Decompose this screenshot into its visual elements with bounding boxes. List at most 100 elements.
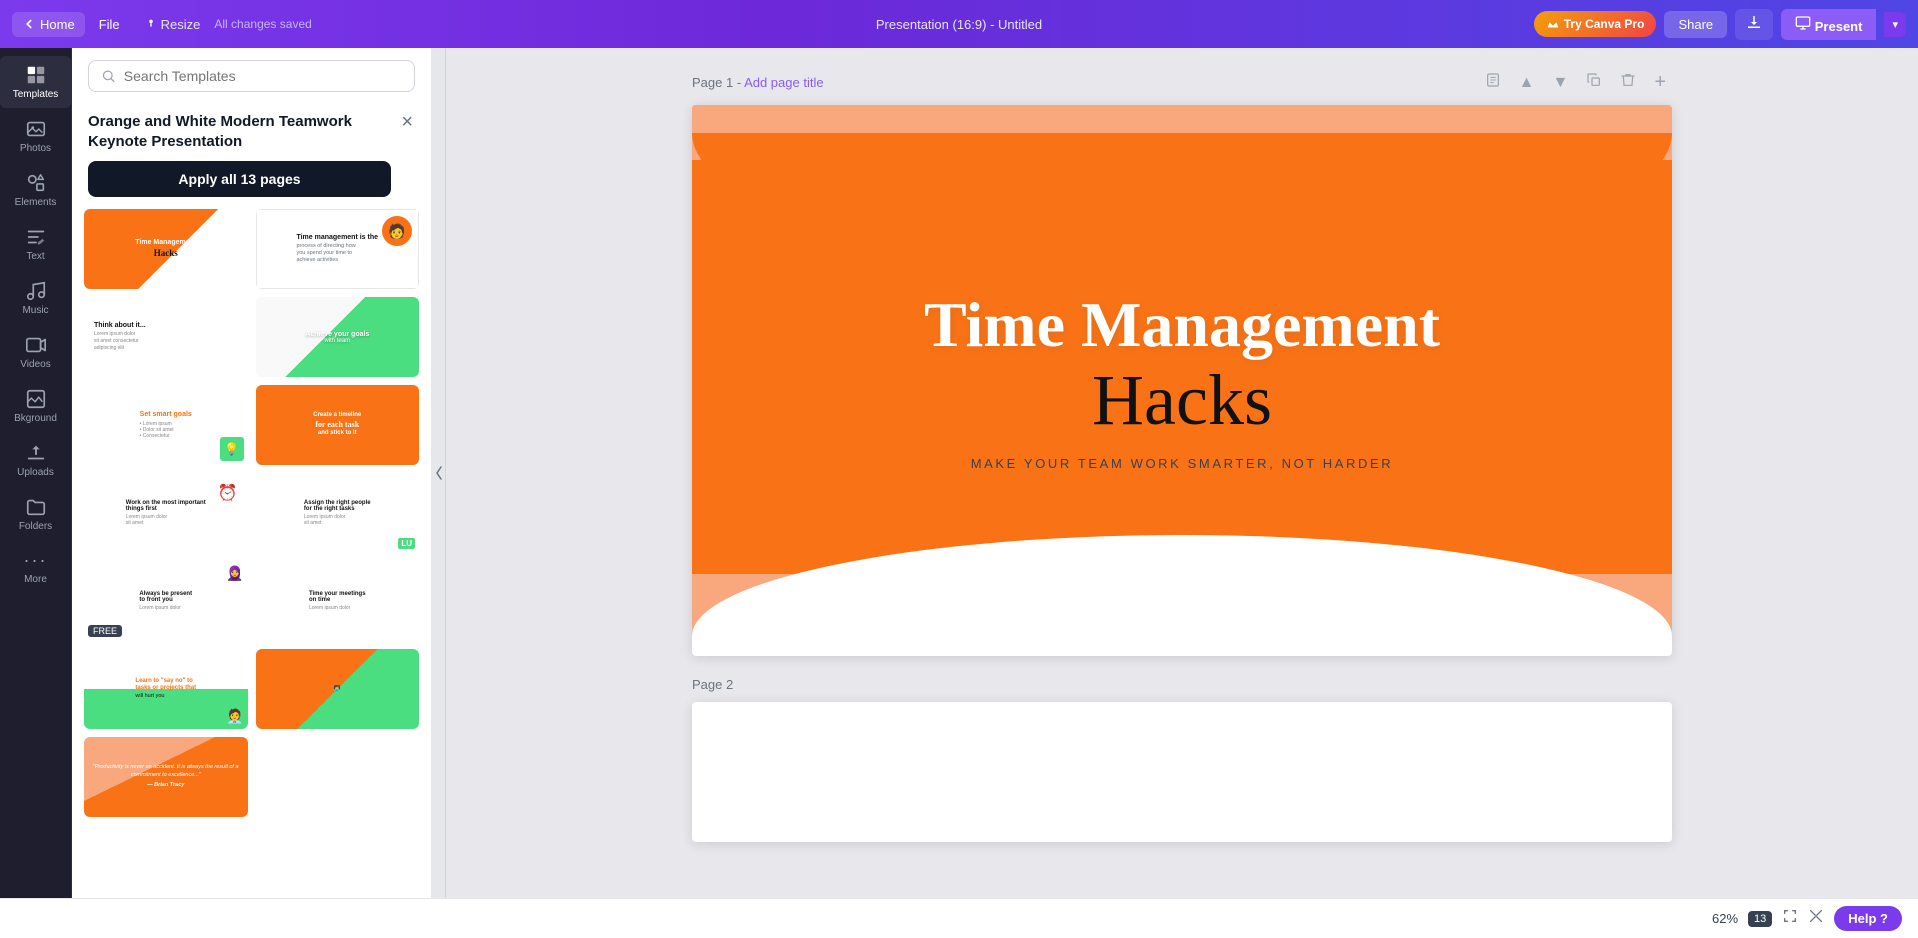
thumbnail-10[interactable]: Time your meetingson time Lorem ipsum do… <box>256 561 420 641</box>
uploads-icon <box>25 442 47 464</box>
page1-actions: ▲ ▼ + <box>1479 68 1672 97</box>
templates-icon <box>25 64 47 86</box>
music-icon <box>25 280 47 302</box>
page2-label: Page 2 <box>692 677 733 692</box>
elements-icon <box>25 172 47 194</box>
thumb-placeholder <box>256 737 420 817</box>
thumbnail-13[interactable]: "Productivity is never an accident. It i… <box>84 737 248 817</box>
slide-design: Time Management Hacks MAKE YOUR TEAM WOR… <box>692 105 1672 656</box>
sidebar-item-photos[interactable]: Photos <box>0 110 71 162</box>
present-button[interactable]: Present <box>1781 9 1876 40</box>
resize-label: Resize <box>161 17 201 32</box>
thumbnail-11[interactable]: Learn to "say no" to tasks or projects t… <box>84 649 248 729</box>
sidebar-item-elements[interactable]: Elements <box>0 164 71 216</box>
videos-icon <box>25 334 47 356</box>
chevron-left-icon <box>22 17 36 31</box>
template-info-section: Orange and White Modern Teamwork Keynote… <box>72 100 431 209</box>
page1-label-row: Page 1 - Add page title ▲ ▼ + <box>692 68 1672 97</box>
expand-button[interactable] <box>1808 908 1824 929</box>
sidebar-item-videos[interactable]: Videos <box>0 326 71 378</box>
more-dots-icon: ··· <box>24 550 48 571</box>
notes-icon <box>1485 72 1501 88</box>
file-label: File <box>99 17 120 32</box>
autosave-status: All changes saved <box>214 17 311 31</box>
thumbnail-1[interactable]: Time Management Hacks <box>84 209 248 289</box>
page1-label: Page 1 - Add page title <box>692 75 824 90</box>
copy-page-button[interactable] <box>1580 69 1608 96</box>
search-icon <box>101 68 116 84</box>
thumbnail-grid: Time Management Hacks Time management is… <box>84 209 419 817</box>
text-icon <box>25 226 47 248</box>
close-panel-button[interactable]: × <box>395 110 419 134</box>
thumbnail-8[interactable]: Assign the right peoplefor the right tas… <box>256 473 420 553</box>
resize-button[interactable]: Resize <box>134 12 211 37</box>
template-title: Orange and White Modern Teamwork Keynote… <box>88 112 391 151</box>
sidebar-item-text[interactable]: Text <box>0 218 71 270</box>
slide-main-content: Time Management Hacks MAKE YOUR TEAM WOR… <box>692 105 1672 656</box>
search-wrapper <box>72 48 431 100</box>
templates-panel: Orange and White Modern Teamwork Keynote… <box>72 48 432 898</box>
folders-icon <box>25 496 47 518</box>
panel-collapse-handle[interactable] <box>432 48 446 898</box>
move-down-button[interactable]: ▼ <box>1546 71 1574 95</box>
sidebar-item-elements-label: Elements <box>15 197 57 208</box>
slide-1[interactable]: Time Management Hacks MAKE YOUR TEAM WOR… <box>692 105 1672 656</box>
search-bar[interactable] <box>88 60 415 92</box>
sidebar-item-more[interactable]: ··· More <box>0 542 71 593</box>
document-title: Presentation (16:9) - Untitled <box>876 17 1042 32</box>
thumbnail-2[interactable]: Time management is the process of direct… <box>256 209 420 289</box>
crown-icon <box>1546 17 1560 31</box>
thumbnail-5[interactable]: Set smart goals • Lorem ipsum• Dolor sit… <box>84 385 248 465</box>
file-button[interactable]: File <box>89 12 130 37</box>
pin-icon <box>144 17 158 31</box>
zoom-level: 62% <box>1712 911 1738 926</box>
trash-icon <box>1620 72 1636 88</box>
download-icon <box>1745 13 1763 31</box>
add-page-button[interactable]: + <box>1648 68 1672 97</box>
sidebar-item-background[interactable]: Bkground <box>0 380 71 432</box>
icon-sidebar: Templates Photos Elements Text Music Vid… <box>0 48 72 898</box>
sidebar-item-videos-label: Videos <box>20 359 50 370</box>
thumbnail-12[interactable]: 🧑‍💻 <box>256 649 420 729</box>
share-button[interactable]: Share <box>1664 11 1727 38</box>
present-caret-button[interactable]: ▾ <box>1884 12 1906 37</box>
page2-label-row: Page 2 <box>692 676 1672 694</box>
slide-2-partial[interactable] <box>692 702 1672 842</box>
monitor-icon <box>1795 15 1811 31</box>
canva-pro-button[interactable]: Try Canva Pro <box>1534 11 1657 37</box>
sidebar-item-music[interactable]: Music <box>0 272 71 324</box>
sidebar-item-templates[interactable]: Templates <box>0 56 71 108</box>
sidebar-item-folders[interactable]: Folders <box>0 488 71 540</box>
fit-window-icon <box>1782 908 1798 924</box>
apply-all-button[interactable]: Apply all 13 pages <box>88 161 391 197</box>
page1-add-title-link[interactable]: Add page title <box>744 75 824 90</box>
sidebar-item-music-label: Music <box>22 305 48 316</box>
thumbnail-6[interactable]: Create a timeline for each task and stic… <box>256 385 420 465</box>
thumbnail-4[interactable]: Achieve your goals with team <box>256 297 420 377</box>
template-thumbnail-grid: Time Management Hacks Time management is… <box>72 209 431 898</box>
bottom-bar: 62% 13 Help ? <box>0 898 1918 938</box>
page-count-badge: 13 <box>1748 911 1772 927</box>
download-button[interactable] <box>1735 9 1773 40</box>
sidebar-item-folders-label: Folders <box>19 521 52 532</box>
slide-title-script: Hacks <box>1092 364 1272 436</box>
fit-to-window-button[interactable] <box>1782 908 1798 929</box>
home-label: Home <box>40 17 75 32</box>
main-area: Templates Photos Elements Text Music Vid… <box>0 48 1918 898</box>
thumbnail-3[interactable]: Think about it... Lorem ipsum dolorsit a… <box>84 297 248 377</box>
notes-button[interactable] <box>1479 69 1507 96</box>
photos-icon <box>25 118 47 140</box>
sidebar-item-background-label: Bkground <box>14 413 57 424</box>
home-button[interactable]: Home <box>12 12 85 37</box>
search-input[interactable] <box>124 68 402 84</box>
collapse-chevron-icon <box>435 463 443 483</box>
delete-page-button[interactable] <box>1614 69 1642 96</box>
sidebar-item-text-label: Text <box>26 251 44 262</box>
thumbnail-7[interactable]: Work on the most importantthings first L… <box>84 473 248 553</box>
canvas-area: Page 1 - Add page title ▲ ▼ + <box>446 48 1918 898</box>
sidebar-item-templates-label: Templates <box>13 89 59 100</box>
help-button[interactable]: Help ? <box>1834 906 1902 931</box>
move-up-button[interactable]: ▲ <box>1513 71 1541 95</box>
thumbnail-9[interactable]: Always be presentto front you Lorem ipsu… <box>84 561 248 641</box>
sidebar-item-uploads[interactable]: Uploads <box>0 434 71 486</box>
